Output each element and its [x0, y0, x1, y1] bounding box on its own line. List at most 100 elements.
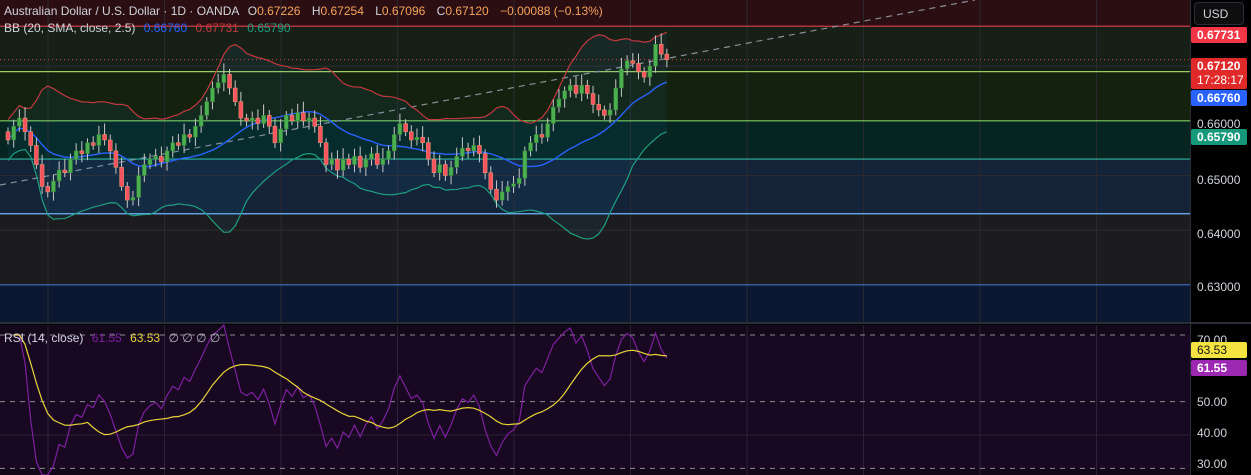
candle-body	[653, 44, 658, 67]
candle-body	[164, 150, 170, 163]
candle-body	[658, 44, 664, 55]
candle-body	[602, 109, 607, 116]
candle-body	[301, 112, 306, 122]
candle-body	[249, 117, 255, 122]
candle-body	[306, 117, 312, 122]
candle-body	[113, 150, 119, 168]
price-zone	[0, 284, 1190, 322]
candle-body	[664, 53, 670, 60]
candle-body	[363, 158, 369, 168]
candle-body	[380, 158, 386, 165]
candle-body	[397, 123, 403, 135]
candle-body	[187, 134, 193, 138]
candle-body	[11, 126, 16, 141]
candle-body	[79, 150, 85, 154]
candle-body	[181, 134, 187, 146]
rsi-ma-tag: 63.53	[1191, 342, 1247, 358]
candle-body	[391, 134, 397, 152]
candle-body	[90, 142, 96, 146]
candle-body	[641, 71, 647, 78]
candle-body	[409, 131, 414, 141]
candle-body	[198, 115, 204, 127]
rsi-tick: 30.00	[1197, 457, 1228, 471]
candle-body	[34, 145, 39, 165]
candle-body	[272, 126, 278, 143]
candle-body	[551, 106, 556, 124]
candle-body	[85, 142, 90, 154]
candle-body	[573, 85, 579, 94]
candle-body	[261, 115, 266, 124]
rsi-tick: 40.00	[1197, 426, 1228, 440]
candle-body	[403, 123, 408, 133]
candle-body	[28, 131, 33, 146]
candle-body	[499, 191, 505, 201]
candle-body	[340, 158, 346, 171]
price-tick: 0.63000	[1197, 280, 1241, 294]
candle-body	[51, 180, 56, 193]
candle-body	[454, 156, 459, 168]
candle-body	[215, 82, 221, 89]
candle-body	[352, 156, 357, 165]
candle-body	[414, 136, 420, 141]
change-value: −0.00088 (−0.13%)	[500, 4, 603, 18]
candle-body	[278, 128, 283, 143]
bb-basis-tag: 0.66760	[1191, 90, 1247, 106]
symbol-title[interactable]: Australian Dollar / U.S. Dollar · 1D · O…	[4, 4, 239, 18]
rsi-legend[interactable]: RSI (14, close) 61.55 63.53 ∅ ∅ ∅ ∅	[4, 331, 225, 345]
candle-body	[516, 177, 522, 184]
candle-body	[204, 101, 210, 116]
candle-body	[284, 115, 289, 130]
candle-body	[170, 142, 175, 152]
candle-body	[312, 117, 317, 127]
candle-body	[630, 60, 636, 64]
bb-legend[interactable]: BB (20, SMA, close, 2.5) 0.66760 0.67731…	[4, 21, 296, 35]
candle-body	[607, 109, 613, 116]
candle-body	[142, 164, 147, 176]
candle-body	[528, 142, 533, 152]
candle-body	[73, 150, 79, 160]
candle-body	[590, 93, 596, 105]
open-value: 0.67226	[257, 4, 301, 18]
bb-label: BB (20, SMA, close, 2.5)	[4, 21, 136, 35]
candle-body	[613, 87, 619, 111]
price-tick: 0.64000	[1197, 227, 1241, 241]
candle-body	[357, 156, 363, 168]
candle-body	[267, 115, 272, 127]
candle-body	[102, 134, 107, 141]
bb-upper-value: 0.67731	[195, 21, 239, 35]
candle-body	[68, 158, 73, 174]
candle-body	[562, 90, 567, 100]
candle-body	[335, 158, 340, 171]
candle-body	[22, 117, 28, 133]
candle-body	[482, 153, 488, 174]
candle-body	[448, 167, 454, 176]
candle-body	[17, 117, 22, 127]
chart-canvas[interactable]	[0, 0, 1251, 475]
candle-body	[431, 158, 437, 174]
rsi-tick: 50.00	[1197, 395, 1228, 409]
rsi-pane	[0, 323, 1190, 475]
price-tick: 0.65000	[1197, 173, 1241, 187]
candle-body	[647, 65, 653, 78]
candle-body	[289, 115, 295, 122]
candle-body	[426, 142, 431, 160]
currency-button[interactable]: USD	[1194, 2, 1244, 25]
candle-body	[494, 188, 499, 201]
high-label: H	[311, 4, 321, 18]
high-value: 0.67254	[320, 4, 364, 18]
rsi-ma-value: 63.53	[130, 331, 161, 345]
candle-body	[39, 164, 45, 187]
candle-body	[130, 197, 136, 201]
candle-body	[125, 186, 130, 201]
candle-body	[107, 139, 113, 152]
rsi-value: 61.55	[91, 331, 122, 345]
candle-body	[477, 145, 482, 154]
rsi-extra-values: ∅ ∅ ∅ ∅	[168, 331, 221, 345]
candle-body	[585, 85, 590, 94]
candle-body	[471, 145, 477, 152]
candle-body	[221, 74, 227, 83]
candle-body	[437, 164, 442, 174]
candle-body	[579, 85, 584, 94]
candle-body	[147, 158, 153, 165]
candle-body	[465, 147, 471, 152]
